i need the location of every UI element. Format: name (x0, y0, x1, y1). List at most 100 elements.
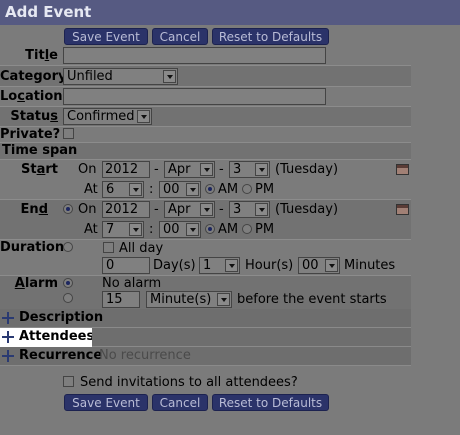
chevron-down-icon (325, 259, 338, 272)
invite-row: Send invitations to all attendees? (0, 366, 411, 392)
end-hour-select[interactable]: 7 (102, 221, 144, 238)
status-label: Status (10, 109, 58, 124)
location-label: Location (0, 89, 63, 104)
hours-select[interactable]: 1 (199, 257, 240, 274)
end-month-select[interactable]: Apr (164, 201, 215, 218)
start-weekday: (Tuesday) (275, 162, 339, 177)
start-am-radio[interactable] (205, 184, 215, 194)
start-sep2: - (219, 162, 224, 177)
start-day-select[interactable]: 3 (229, 161, 270, 178)
start-minute-value: 00 (163, 182, 180, 197)
end-at-label: At (84, 222, 98, 237)
end-on-radio[interactable] (63, 204, 73, 214)
save-event-button[interactable]: Save Event (64, 28, 148, 45)
attendees-heading: Attendees (19, 329, 95, 344)
end-minute-value: 00 (163, 222, 180, 237)
category-select[interactable]: Unfiled (63, 68, 178, 85)
days-input[interactable]: 0 (102, 257, 150, 274)
no-alarm-radio[interactable] (63, 278, 73, 288)
start-month-select[interactable]: Apr (164, 161, 215, 178)
chevron-down-icon (163, 70, 176, 83)
end-sep2: - (219, 202, 224, 217)
chevron-down-icon (129, 223, 142, 236)
days-label: Day(s) (153, 258, 196, 273)
private-label: Private? (0, 127, 61, 142)
cancel-button[interactable]: Cancel (152, 28, 208, 45)
hours-label: Hour(s) (245, 258, 294, 273)
calendar-icon[interactable] (396, 164, 409, 175)
recurrence-section[interactable]: Recurrence No recurrence (0, 347, 411, 366)
start-am-label: AM (218, 182, 239, 197)
expand-plus-icon[interactable] (2, 350, 14, 362)
end-weekday: (Tuesday) (275, 202, 339, 217)
start-pm-radio[interactable] (242, 184, 252, 194)
title-input[interactable] (63, 47, 326, 64)
timespan-row: Time span (0, 143, 411, 160)
alarm-unit-select[interactable]: Minute(s) (146, 291, 232, 308)
alarm-suffix: before the event starts (237, 292, 387, 307)
alarm-amount-input[interactable]: 15 (102, 291, 140, 308)
alarm-label: Alarm (14, 276, 58, 291)
chevron-down-icon (225, 259, 238, 272)
start-minute-select[interactable]: 00 (159, 181, 201, 198)
invite-checkbox[interactable] (63, 376, 74, 387)
cancel-button[interactable]: Cancel (152, 394, 208, 411)
category-row: Category Unfiled (0, 66, 411, 87)
end-time-row: At 7 : 00 AM PM (0, 220, 411, 240)
description-section[interactable]: Description (0, 309, 411, 328)
end-minute-select[interactable]: 00 (159, 221, 201, 238)
start-year-input[interactable]: 2012 (102, 161, 150, 178)
end-colon: : (149, 222, 154, 237)
minutes-select[interactable]: 00 (298, 257, 340, 274)
location-row: Location (0, 87, 411, 107)
save-event-button[interactable]: Save Event (64, 394, 148, 411)
chevron-down-icon (200, 203, 213, 216)
allday-checkbox[interactable] (103, 242, 114, 253)
attendees-section-filler (92, 328, 411, 347)
calendar-icon[interactable] (396, 204, 409, 215)
start-at-label: At (84, 182, 98, 197)
allday-label: All day (119, 241, 164, 256)
reset-defaults-button[interactable]: Reset to Defaults (212, 394, 329, 411)
end-am-label: AM (218, 222, 239, 237)
end-pm-radio[interactable] (242, 224, 252, 234)
end-sep1: - (154, 202, 159, 217)
end-year-input[interactable]: 2012 (102, 201, 150, 218)
reset-defaults-button[interactable]: Reset to Defaults (212, 28, 329, 45)
status-select[interactable]: Confirmed (63, 108, 152, 125)
chevron-down-icon (200, 163, 213, 176)
end-on-label: On (78, 202, 97, 217)
title-label: Title (25, 48, 58, 63)
start-pm-label: PM (255, 182, 275, 197)
window-title: Add Event (0, 0, 460, 25)
start-hour-select[interactable]: 6 (102, 181, 144, 198)
bottom-button-row: Save Event Cancel Reset to Defaults (0, 393, 460, 412)
start-label: Start (21, 162, 58, 177)
status-row: Status Confirmed (0, 107, 411, 127)
top-button-row: Save Event Cancel Reset to Defaults (0, 27, 460, 46)
alarm-unit-value: Minute(s) (150, 292, 212, 307)
end-pm-label: PM (255, 222, 275, 237)
attendees-section[interactable]: Attendees (0, 328, 95, 347)
status-value: Confirmed (67, 109, 135, 124)
category-label: Category (0, 69, 67, 84)
location-input[interactable] (63, 88, 326, 105)
no-alarm-label: No alarm (102, 276, 162, 291)
end-hour-value: 7 (106, 222, 115, 237)
chevron-down-icon (255, 203, 268, 216)
invite-label: Send invitations to all attendees? (80, 375, 298, 390)
private-checkbox[interactable] (63, 128, 74, 139)
expand-plus-icon[interactable] (2, 331, 14, 343)
duration-label: Duration (0, 240, 65, 255)
expand-plus-icon[interactable] (2, 312, 14, 324)
recurrence-value: No recurrence (99, 348, 191, 363)
chevron-down-icon (217, 293, 230, 306)
end-day-value: 3 (233, 202, 242, 217)
duration-radio[interactable] (63, 242, 73, 252)
end-am-radio[interactable] (205, 224, 215, 234)
end-month-value: Apr (168, 202, 191, 217)
category-value: Unfiled (67, 69, 113, 84)
alarm-time-radio[interactable] (63, 293, 73, 303)
end-day-select[interactable]: 3 (229, 201, 270, 218)
timespan-heading: Time span (2, 143, 78, 158)
